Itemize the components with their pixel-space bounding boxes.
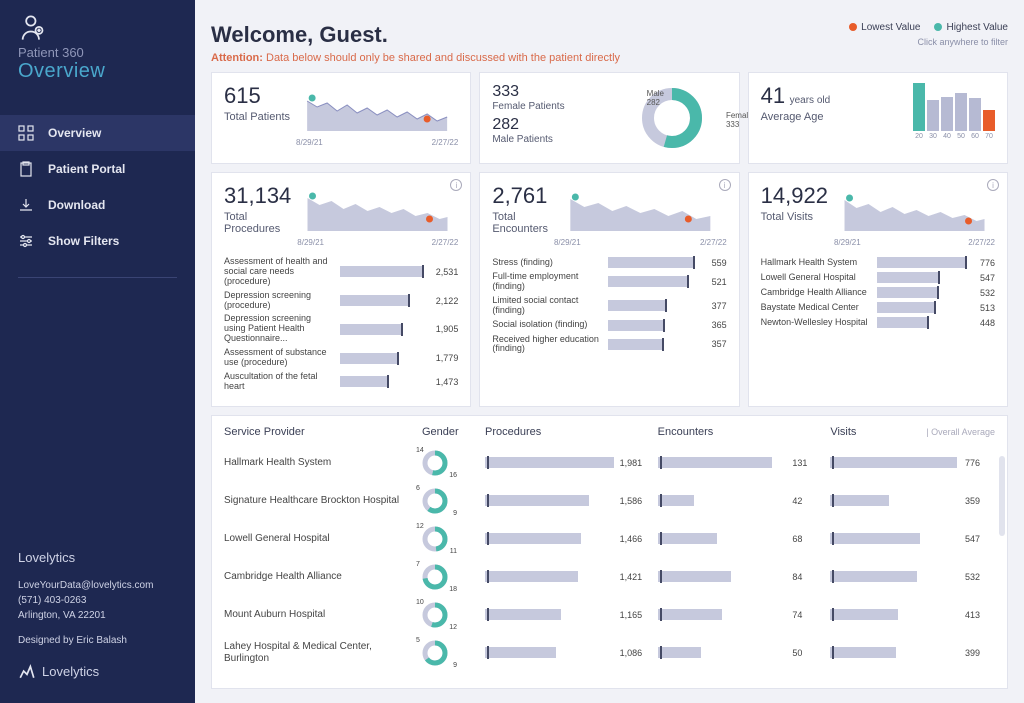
main-content[interactable]: Welcome, Guest. Attention: Data below sh…	[195, 0, 1024, 703]
sidebar: Patient 360 Overview Overview Patient Po…	[0, 0, 195, 703]
clipboard-icon	[18, 161, 34, 177]
kpi-row-2: i 31,134 Total Procedures 8/29/212/27/22…	[211, 172, 1008, 407]
age-histogram: 203040506070	[913, 83, 995, 140]
contact-email: LoveYourData@lovelytics.com	[18, 578, 177, 593]
scrollbar[interactable]	[999, 456, 1005, 536]
list-item[interactable]: Hallmark Health System776	[761, 257, 995, 268]
brand-line2: Overview	[18, 60, 177, 83]
kpi-value: 615	[224, 83, 290, 109]
sidebar-footer: Lovelytics LoveYourData@lovelytics.com (…	[0, 548, 195, 693]
info-icon[interactable]: i	[719, 179, 731, 191]
nav: Overview Patient Portal Download Show Fi…	[0, 115, 195, 296]
table-row[interactable]: Lowell General Hospital12111,46668547	[224, 526, 995, 552]
sparkline: 8/29/212/27/22	[296, 83, 458, 147]
visits-barlist: Hallmark Health System776 Lowell General …	[761, 257, 995, 328]
info-icon[interactable]: i	[450, 179, 462, 191]
list-item[interactable]: Cambridge Health Alliance532	[761, 287, 995, 298]
lovelytics-icon	[18, 662, 36, 680]
info-icon[interactable]: i	[987, 179, 999, 191]
page-title: Welcome, Guest.	[211, 22, 620, 48]
header: Welcome, Guest. Attention: Data below sh…	[211, 22, 1008, 64]
gender-donut: Male282 Female333	[637, 83, 727, 153]
table-row[interactable]: Lahey Hospital & Medical Center, Burling…	[224, 640, 995, 666]
legend-dot-high	[934, 23, 942, 31]
filter-hint: Click anywhere to filter	[917, 37, 1008, 47]
provider-header: Service Provider Gender Procedures Encou…	[224, 426, 995, 438]
list-item[interactable]: Stress (finding)559	[492, 257, 726, 268]
sparkline: 8/29/212/27/22	[834, 183, 995, 247]
list-item[interactable]: Assessment of substance use (procedure)1…	[224, 348, 458, 368]
sidebar-logo: Patient 360 Overview	[0, 14, 195, 93]
list-item[interactable]: Newton-Wellesley Hospital448	[761, 317, 995, 328]
card-encounters[interactable]: i 2,761 Total Encounters 8/29/212/27/22 …	[479, 172, 739, 407]
list-item[interactable]: Depression screening using Patient Healt…	[224, 314, 458, 344]
sliders-icon	[18, 233, 34, 249]
nav-label: Patient Portal	[48, 162, 125, 176]
card-providers[interactable]: Service Provider Gender Procedures Encou…	[211, 415, 1008, 689]
divider	[18, 277, 177, 278]
nav-label: Overview	[48, 126, 101, 140]
legend: Lowest Value Highest Value Click anywher…	[849, 22, 1008, 47]
encounters-barlist: Stress (finding)559 Full-time employment …	[492, 257, 726, 354]
card-total-patients[interactable]: 615 Total Patients 8/29/212/27/22	[211, 72, 471, 164]
list-item[interactable]: Received higher education (finding)357	[492, 335, 726, 355]
card-gender[interactable]: 333Female Patients 282Male Patients Male…	[479, 72, 739, 164]
nav-item-portal[interactable]: Patient Portal	[0, 151, 195, 187]
sparkline: 8/29/212/27/22	[297, 183, 458, 247]
table-row[interactable]: Cambridge Health Alliance7181,42184532	[224, 564, 995, 590]
table-row[interactable]: Mount Auburn Hospital10121,16574413	[224, 602, 995, 628]
table-row[interactable]: Signature Healthcare Brockton Hospital69…	[224, 488, 995, 514]
sparkline: 8/29/212/27/22	[554, 183, 727, 247]
nav-item-overview[interactable]: Overview	[0, 115, 195, 151]
footer-logo: Lovelytics	[18, 662, 177, 682]
list-item[interactable]: Limited social contact (finding)377	[492, 296, 726, 316]
list-item[interactable]: Depression screening (procedure)2,122	[224, 291, 458, 311]
contact-addr: Arlington, VA 22201	[18, 608, 177, 623]
table-row[interactable]: Hallmark Health System14161,981131776	[224, 450, 995, 476]
list-item[interactable]: Auscultation of the fetal heart1,473	[224, 372, 458, 392]
list-item[interactable]: Lowell General Hospital547	[761, 272, 995, 283]
card-visits[interactable]: i 14,922 Total Visits 8/29/212/27/22 Hal…	[748, 172, 1008, 407]
designer: Designed by Eric Balash	[18, 633, 177, 648]
list-item[interactable]: Full-time employment (finding)521	[492, 272, 726, 292]
card-avg-age[interactable]: 41 years old Average Age 203040506070	[748, 72, 1008, 164]
legend-dot-low	[849, 23, 857, 31]
attention-text: Attention: Data below should only be sha…	[211, 52, 620, 64]
nav-item-download[interactable]: Download	[0, 187, 195, 223]
download-icon	[18, 197, 34, 213]
card-procedures[interactable]: i 31,134 Total Procedures 8/29/212/27/22…	[211, 172, 471, 407]
kpi-row-1: 615 Total Patients 8/29/212/27/22	[211, 72, 1008, 164]
dashboard-icon	[18, 125, 34, 141]
list-item[interactable]: Social isolation (finding)365	[492, 320, 726, 331]
nav-label: Download	[48, 198, 105, 212]
list-item[interactable]: Assessment of health and social care nee…	[224, 257, 458, 287]
kpi-label: Total Patients	[224, 111, 290, 123]
procedures-barlist: Assessment of health and social care nee…	[224, 257, 458, 392]
company-name: Lovelytics	[18, 548, 177, 568]
provider-rows: Hallmark Health System14161,981131776 Sig…	[224, 450, 995, 666]
nav-item-filters[interactable]: Show Filters	[0, 223, 195, 259]
nav-label: Show Filters	[48, 234, 119, 248]
contact-phone: (571) 403-0263	[18, 593, 177, 608]
brand-line1: Patient 360	[18, 45, 177, 60]
list-item[interactable]: Baystate Medical Center513	[761, 302, 995, 313]
